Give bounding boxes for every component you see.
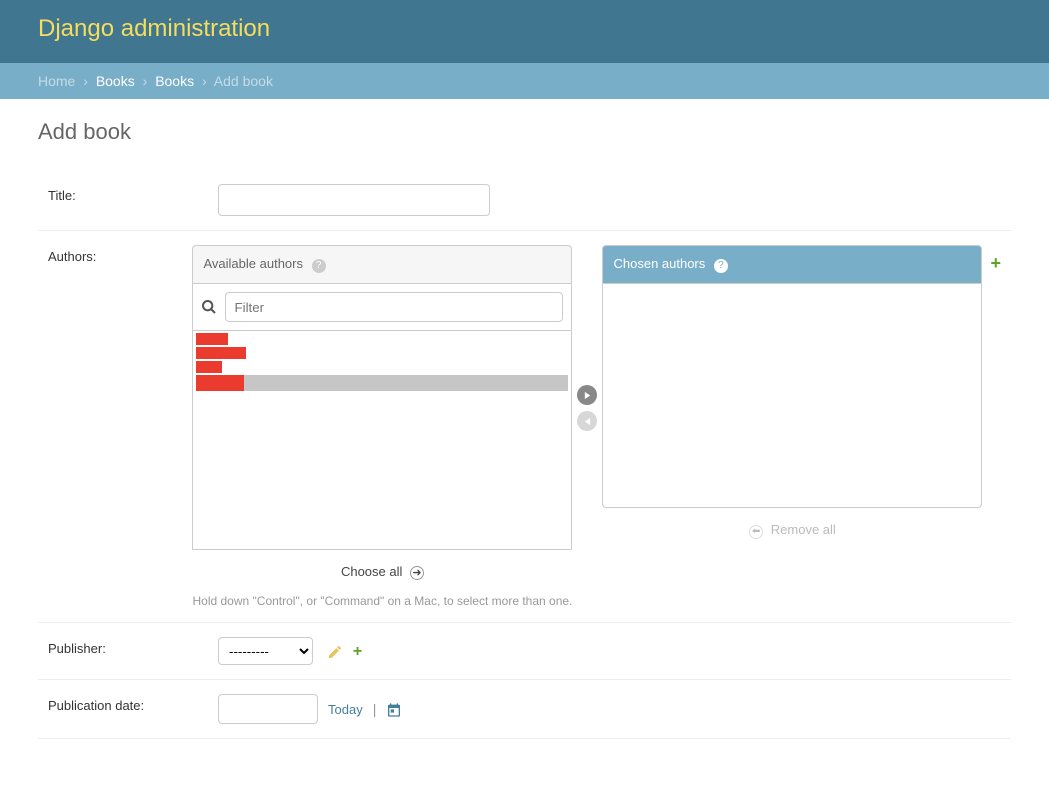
separator: | [373, 701, 377, 717]
breadcrumb-separator: › [83, 73, 88, 89]
authors-label: Authors: [48, 245, 192, 264]
breadcrumb-model[interactable]: Books [155, 73, 194, 89]
arrow-left-icon: ⬅ [749, 525, 763, 539]
title-label: Title: [48, 184, 218, 203]
arrow-right-icon: ➜ [410, 566, 424, 580]
publisher-select[interactable]: --------- [218, 637, 313, 665]
chosen-listbox[interactable] [602, 283, 982, 508]
move-left-button[interactable] [577, 411, 597, 431]
breadcrumb-current: Add book [214, 73, 273, 89]
title-row: Title: [38, 170, 1011, 231]
chosen-authors-panel: Chosen authors ? ⬅ Remove all [602, 245, 982, 553]
list-item[interactable] [196, 333, 228, 345]
calendar-icon[interactable] [386, 700, 402, 717]
header: Django administration [0, 0, 1049, 63]
content: Add book Title: Authors: Available autho… [0, 99, 1049, 787]
add-author-button[interactable]: + [990, 245, 1001, 274]
filter-input[interactable] [225, 292, 563, 322]
breadcrumb-app[interactable]: Books [96, 73, 135, 89]
move-right-button[interactable] [577, 385, 597, 405]
publisher-label: Publisher: [48, 637, 218, 656]
authors-help-text: Hold down "Control", or "Command" on a M… [192, 584, 572, 608]
page-title: Add book [38, 119, 1011, 145]
authors-row: Authors: Available authors ? [38, 231, 1011, 623]
remove-all-button[interactable]: ⬅ Remove all [602, 508, 982, 553]
filter-row [192, 283, 572, 330]
pubdate-label: Publication date: [48, 694, 218, 713]
selector-controls [572, 245, 602, 431]
help-icon[interactable]: ? [312, 259, 326, 273]
available-listbox[interactable] [192, 330, 572, 550]
site-title[interactable]: Django administration [38, 15, 1011, 43]
publisher-row: Publisher: --------- + [38, 623, 1011, 680]
add-publisher-button[interactable]: + [353, 643, 362, 661]
title-input[interactable] [218, 184, 490, 216]
list-item[interactable] [196, 361, 222, 373]
choose-all-button[interactable]: Choose all ➜ [192, 550, 572, 584]
pubdate-input[interactable] [218, 694, 318, 724]
available-authors-panel: Available authors ? [192, 245, 572, 608]
chosen-header: Chosen authors ? [602, 245, 982, 283]
today-link[interactable]: Today [328, 702, 363, 717]
spacer [38, 739, 1011, 767]
breadcrumb-separator: › [143, 73, 148, 89]
edit-publisher-button[interactable] [327, 643, 343, 661]
pubdate-row: Publication date: Today | [38, 680, 1011, 739]
available-header: Available authors ? [192, 245, 572, 283]
list-item[interactable] [196, 347, 246, 359]
help-icon[interactable]: ? [714, 259, 728, 273]
breadcrumb-separator: › [202, 73, 207, 89]
search-icon [201, 298, 217, 316]
list-item[interactable] [196, 375, 568, 391]
breadcrumb-home[interactable]: Home [38, 73, 75, 89]
breadcrumb: Home › Books › Books › Add book [0, 63, 1049, 99]
